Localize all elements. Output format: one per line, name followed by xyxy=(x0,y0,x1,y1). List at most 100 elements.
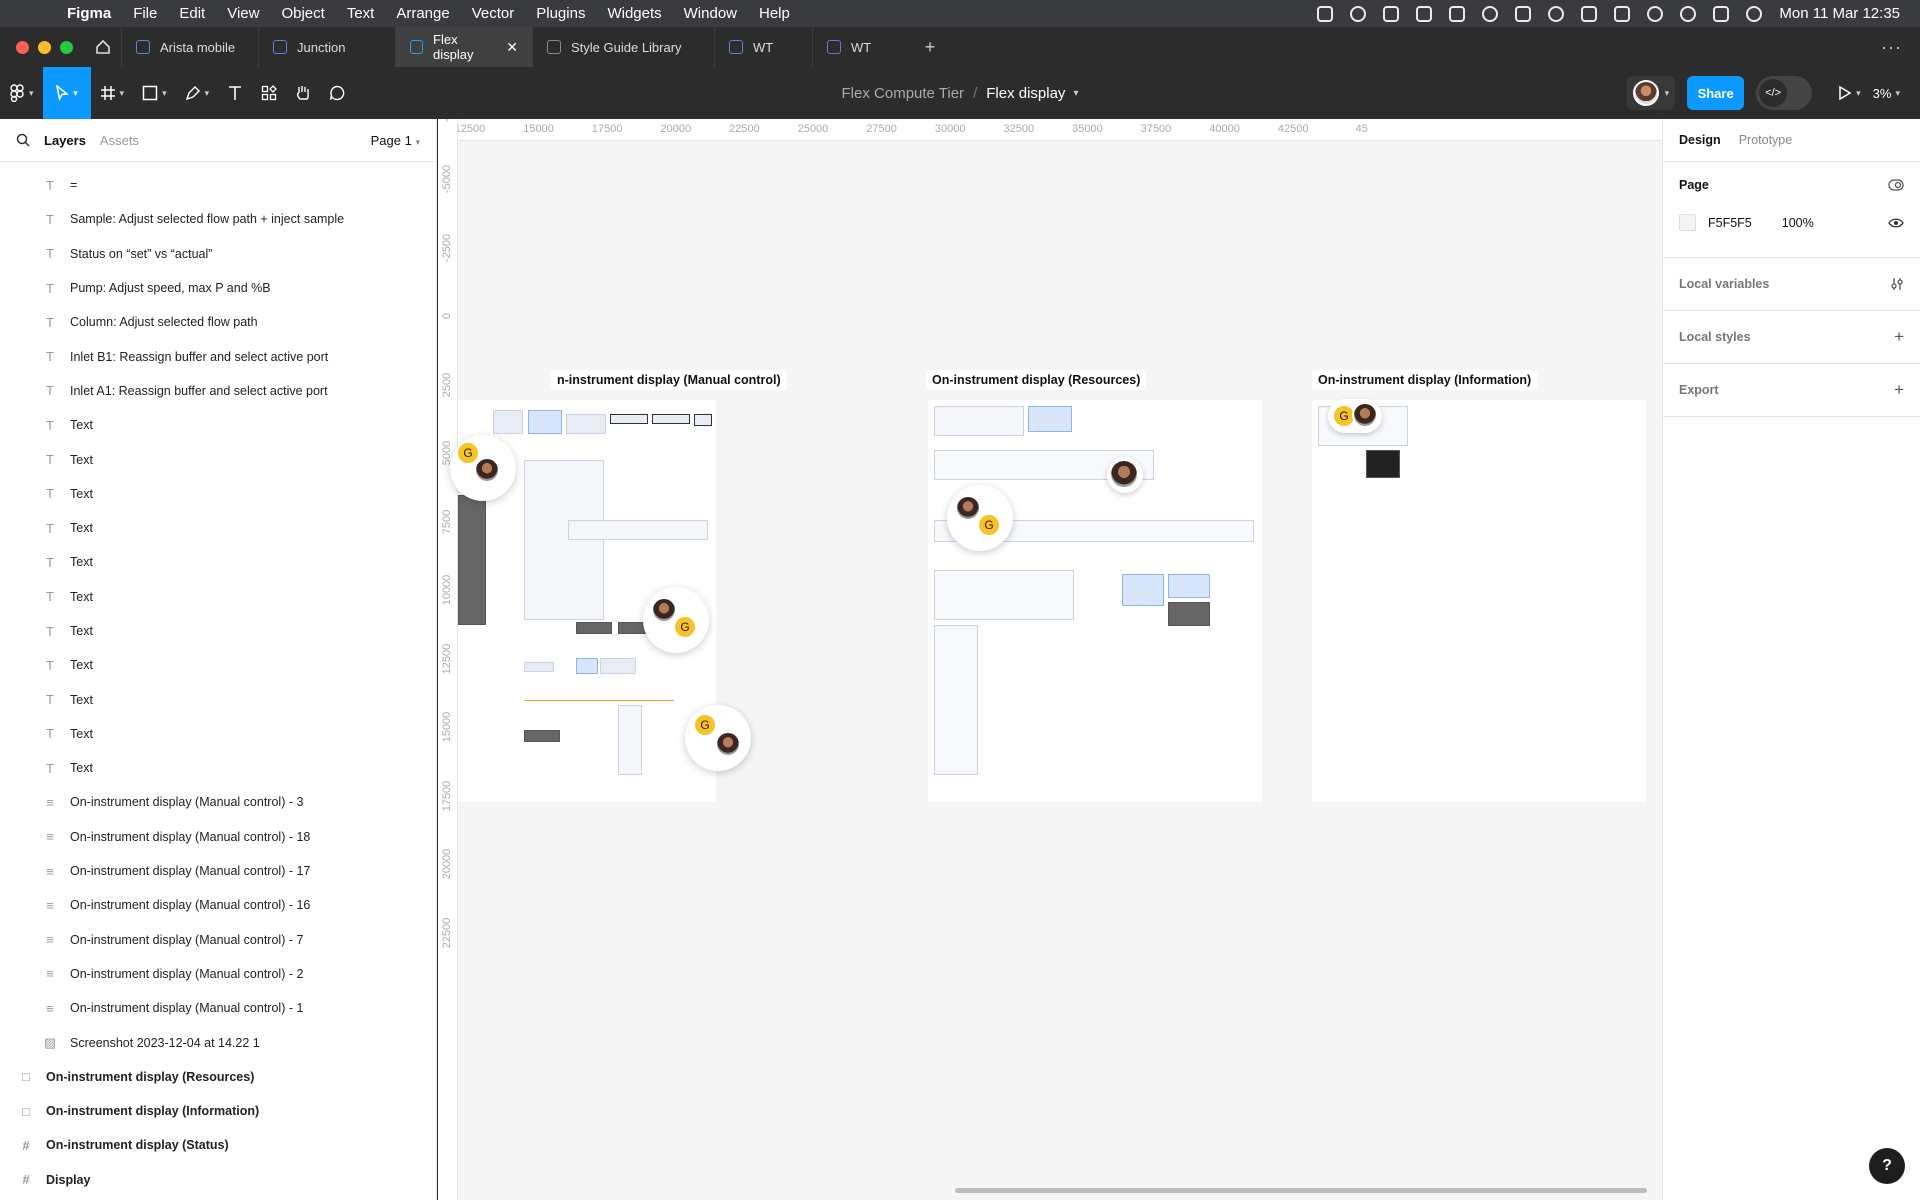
layer-row[interactable]: T Text xyxy=(0,614,436,648)
canvas[interactable]: 12500 15000 17500 20000 22500 25000 27500 30000… xyxy=(438,119,1662,1200)
tab-flex-display[interactable]: Flex display ✕ xyxy=(395,27,532,67)
collaborator-cursor[interactable]: G xyxy=(685,705,751,771)
layer-row[interactable]: ≡ On-instrument display (Manual control) … xyxy=(0,957,436,991)
wifi-icon[interactable] xyxy=(1647,5,1664,22)
layer-row[interactable]: T Status on “set” vs “actual” xyxy=(0,237,436,271)
layer-row[interactable]: T Inlet B1: Reassign buffer and select ac… xyxy=(0,339,436,373)
drive-icon[interactable] xyxy=(1449,5,1466,22)
menu-window[interactable]: Window xyxy=(673,5,748,22)
menu-help[interactable]: Help xyxy=(748,5,801,22)
layer-row[interactable]: ≡ On-instrument display (Manual control) … xyxy=(0,991,436,1025)
resources-tool[interactable] xyxy=(252,67,286,119)
battery-icon[interactable] xyxy=(1614,5,1631,22)
search-icon[interactable] xyxy=(16,133,30,147)
maximize-window-button[interactable] xyxy=(60,40,73,54)
grammarly-icon[interactable] xyxy=(1350,5,1367,22)
plus-icon[interactable]: + xyxy=(1894,327,1904,347)
layer-row[interactable]: T Inlet A1: Reassign buffer and select ac… xyxy=(0,374,436,408)
menu-text[interactable]: Text xyxy=(336,5,386,22)
dev-mode-toggle[interactable]: </> xyxy=(1756,76,1813,110)
move-tool[interactable]: ▾ xyxy=(42,67,91,119)
collaborator-cursor[interactable] xyxy=(1107,457,1143,493)
home-icon[interactable] xyxy=(85,27,121,67)
layer-row[interactable]: T Column: Adjust selected flow path xyxy=(0,305,436,339)
help-button[interactable]: ? xyxy=(1869,1148,1905,1184)
tab-design[interactable]: Design xyxy=(1679,133,1721,147)
layer-row[interactable]: □ On-instrument display (Information) xyxy=(0,1094,436,1128)
page-selector[interactable]: Page 1 ▾ xyxy=(371,133,420,148)
frame-label-resources[interactable]: On-instrument display (Resources) xyxy=(926,370,1147,390)
export-section[interactable]: Export + xyxy=(1663,364,1920,417)
new-tab-icon[interactable]: + xyxy=(910,37,950,58)
close-window-button[interactable] xyxy=(16,40,29,54)
layer-row[interactable]: ≡ On-instrument display (Manual control) … xyxy=(0,854,436,888)
comment-tool[interactable] xyxy=(320,67,354,119)
layer-row[interactable]: T Pump: Adjust speed, max P and %B xyxy=(0,271,436,305)
chevron-down-icon[interactable]: ▾ xyxy=(1065,88,1078,99)
minimize-window-button[interactable] xyxy=(38,40,51,54)
tab-prototype[interactable]: Prototype xyxy=(1739,133,1793,147)
creative-cloud-icon[interactable] xyxy=(1482,5,1499,22)
menu-arrange[interactable]: Arrange xyxy=(385,5,460,22)
more-icon[interactable]: ··· xyxy=(1881,37,1920,58)
collaborator-cursor[interactable]: G xyxy=(1328,399,1382,433)
tab-junction[interactable]: Junction xyxy=(258,27,395,67)
layer-row[interactable]: T Text xyxy=(0,442,436,476)
page-color-value[interactable]: F5F5F5 xyxy=(1708,216,1752,230)
variables-mode-icon[interactable] xyxy=(1888,178,1904,192)
layer-row[interactable]: ≡ On-instrument display (Manual control) … xyxy=(0,923,436,957)
plus-icon[interactable]: + xyxy=(1894,380,1904,400)
tab-style-guide-library[interactable]: Style Guide Library xyxy=(532,27,714,67)
collaborator-cursor[interactable]: G xyxy=(450,435,516,501)
layer-row[interactable]: ≡ On-instrument display (Manual control) … xyxy=(0,820,436,854)
bluetooth-icon[interactable] xyxy=(1581,5,1598,22)
hand-tool[interactable] xyxy=(286,67,320,119)
layer-row[interactable]: ≡ On-instrument display (Manual control) … xyxy=(0,888,436,922)
layer-row[interactable]: ≡ On-instrument display (Manual control) … xyxy=(0,785,436,819)
pen-tool[interactable]: ▾ xyxy=(176,67,219,119)
frame-resources[interactable] xyxy=(928,400,1262,802)
mail-status-icon[interactable] xyxy=(1383,5,1400,22)
tab-wt[interactable]: WT xyxy=(714,27,812,67)
control-center-icon[interactable] xyxy=(1713,5,1730,22)
page-opacity-value[interactable]: 100% xyxy=(1782,216,1814,230)
layer-row[interactable]: # On-instrument display (Status) xyxy=(0,1128,436,1162)
horizontal-scrollbar[interactable] xyxy=(955,1188,1647,1193)
tab-arista-mobile[interactable]: Arista mobile xyxy=(121,27,258,67)
layer-row[interactable]: ▨ Screenshot 2023-12-04 at 14.22 1 xyxy=(0,1025,436,1059)
figma-status-icon[interactable] xyxy=(1317,5,1334,22)
tab-layers[interactable]: Layers xyxy=(44,133,86,148)
tab-assets[interactable]: Assets xyxy=(100,133,139,148)
tab-wt-figjam[interactable]: WT xyxy=(812,27,910,67)
clipboard-icon[interactable] xyxy=(1515,5,1532,22)
menu-app[interactable]: Figma xyxy=(56,5,122,22)
layer-row[interactable]: T Text xyxy=(0,580,436,614)
file-name[interactable]: Flex display xyxy=(986,85,1065,102)
menu-object[interactable]: Object xyxy=(270,5,335,22)
menu-vector[interactable]: Vector xyxy=(461,5,526,22)
frame-tool[interactable]: ▾ xyxy=(91,67,134,119)
layer-row[interactable]: T Text xyxy=(0,408,436,442)
present-button[interactable]: ▾ xyxy=(1824,85,1861,101)
menu-file[interactable]: File xyxy=(122,5,168,22)
layer-row[interactable]: T Text xyxy=(0,648,436,682)
layer-row[interactable]: T Text xyxy=(0,751,436,785)
eye-icon[interactable] xyxy=(1888,217,1904,229)
close-tab-icon[interactable]: ✕ xyxy=(506,39,518,56)
page-color-swatch[interactable] xyxy=(1679,214,1696,231)
text-tool[interactable] xyxy=(218,67,252,119)
sliders-icon[interactable] xyxy=(1890,277,1904,291)
layer-row[interactable]: □ On-instrument display (Resources) xyxy=(0,1060,436,1094)
menu-edit[interactable]: Edit xyxy=(168,5,216,22)
spotlight-search-icon[interactable] xyxy=(1680,5,1697,22)
multiplayer-avatars[interactable]: ▾ xyxy=(1626,76,1676,110)
play-status-icon[interactable] xyxy=(1548,5,1565,22)
siri-icon[interactable] xyxy=(1746,5,1763,22)
local-styles-section[interactable]: Local styles + xyxy=(1663,311,1920,364)
main-menu-button[interactable]: ▾ xyxy=(0,67,43,119)
layer-row[interactable]: # Display xyxy=(0,1163,436,1197)
share-button[interactable]: Share xyxy=(1687,76,1745,110)
menu-view[interactable]: View xyxy=(216,5,270,22)
local-variables-section[interactable]: Local variables xyxy=(1663,258,1920,311)
layer-row[interactable]: T Text xyxy=(0,545,436,579)
